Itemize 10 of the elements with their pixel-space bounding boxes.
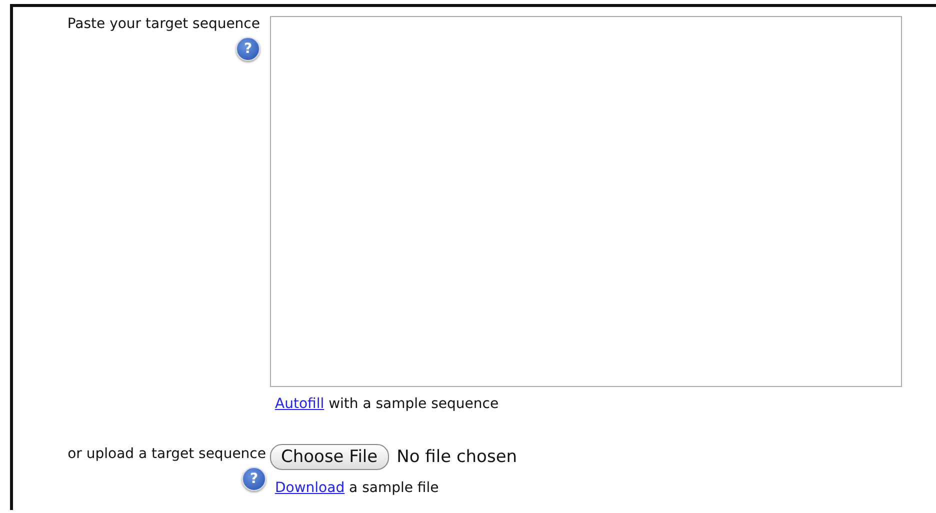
link-caption: a sample file — [349, 480, 439, 496]
sequence-text-area[interactable] — [270, 16, 902, 387]
download-link[interactable]: Download — [275, 480, 345, 496]
field-label: or upload a target sequence — [68, 446, 266, 462]
choose-file-button[interactable]: Choose File — [270, 444, 389, 470]
file-status: No file chosen — [396, 447, 518, 467]
help-icon[interactable]: ? — [242, 467, 266, 491]
field-label: Paste your target sequence — [67, 16, 260, 32]
autofill-link[interactable]: Autofill — [275, 396, 324, 412]
link-caption: with a sample sequence — [328, 396, 499, 412]
